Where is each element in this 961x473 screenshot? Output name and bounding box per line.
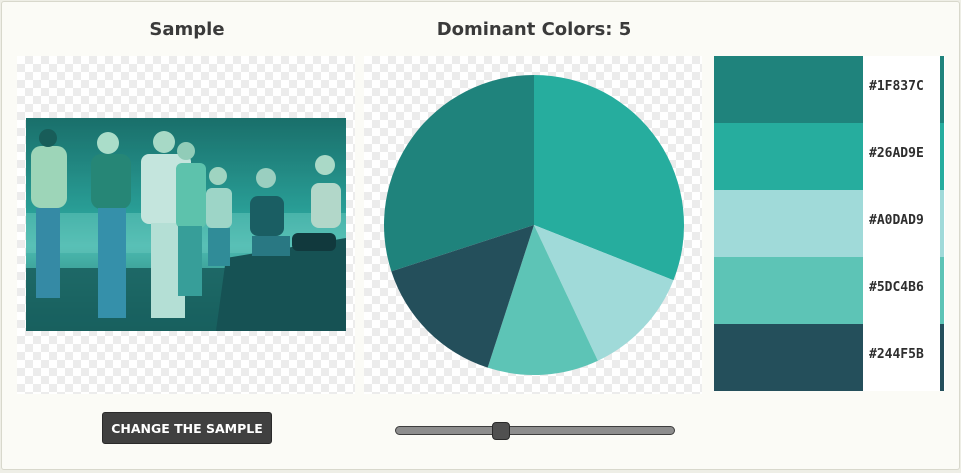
color-swatch-edge <box>940 56 944 123</box>
color-swatch-row[interactable]: #1F837C <box>714 56 945 123</box>
color-hex-label: #5DC4B6 <box>869 280 924 295</box>
color-swatch <box>714 257 863 324</box>
color-swatch <box>714 190 863 257</box>
sample-heading: Sample <box>149 19 225 40</box>
sample-photo <box>26 118 346 331</box>
color-swatch-edge <box>940 324 944 391</box>
color-swatch-edge <box>940 257 944 324</box>
color-swatch-row[interactable]: #A0DAD9 <box>714 190 945 257</box>
dominant-colors-heading: Dominant Colors: 5 <box>436 19 632 40</box>
color-swatch-edge <box>940 123 944 190</box>
dominant-colors-pie-chart <box>383 75 685 375</box>
color-hex-label: #1F837C <box>869 79 924 94</box>
change-sample-button[interactable]: CHANGE THE SAMPLE <box>102 412 272 444</box>
color-hex-label: #26AD9E <box>869 146 924 161</box>
color-extractor-panel: Sample Dominant Colors: 5 #1F837C #26AD9… <box>1 1 960 470</box>
color-swatch <box>714 123 863 190</box>
color-swatch <box>714 56 863 123</box>
color-swatch <box>714 324 863 391</box>
color-hex-label: #A0DAD9 <box>869 213 924 228</box>
color-swatch-row[interactable]: #5DC4B6 <box>714 257 945 324</box>
color-swatch-row[interactable]: #26AD9E <box>714 123 945 190</box>
sample-image-frame <box>17 56 355 394</box>
color-count-slider-track[interactable] <box>395 426 675 435</box>
color-hex-label: #244F5B <box>869 347 924 362</box>
color-swatch-edge <box>940 190 944 257</box>
pie-chart-frame <box>364 56 702 394</box>
color-count-slider-thumb[interactable] <box>492 422 510 440</box>
color-swatch-row[interactable]: #244F5B <box>714 324 945 391</box>
